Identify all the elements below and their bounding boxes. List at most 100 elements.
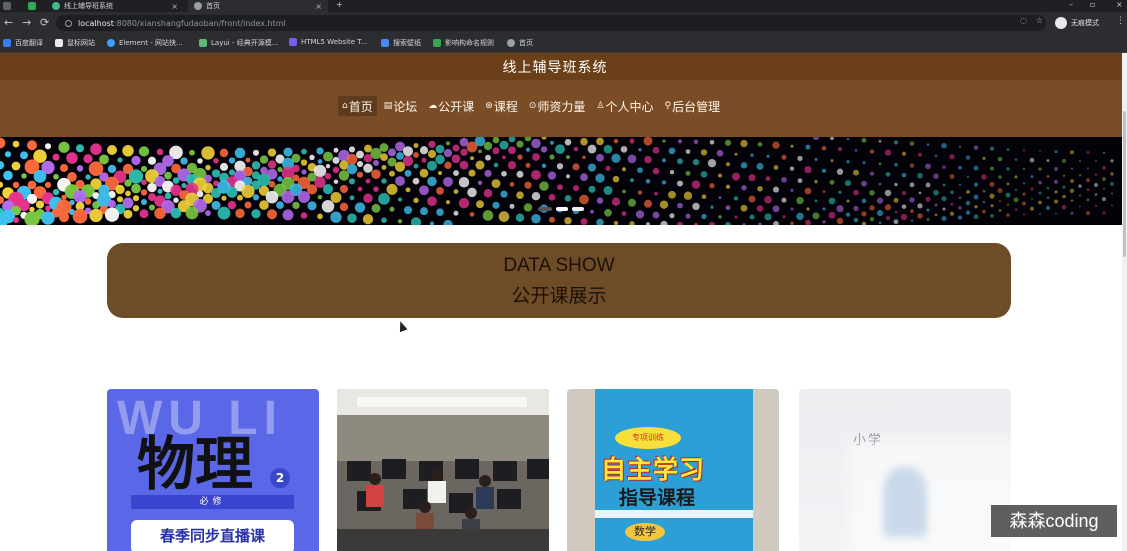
course-card[interactable]: 专项训练 自主学习 指导课程 数学 xyxy=(567,389,779,551)
nav-item-open-course[interactable]: ☁ 公开课 xyxy=(424,96,478,116)
close-icon[interactable]: × xyxy=(171,2,178,11)
banner-dot xyxy=(1053,199,1059,204)
site-title: 线上辅导班系统 xyxy=(502,60,608,76)
new-tab-button[interactable]: + xyxy=(336,0,343,10)
bookmark-item[interactable]: 百度翻译 xyxy=(3,38,43,48)
tab-pinned-icon[interactable] xyxy=(3,2,11,10)
banner-dot xyxy=(516,170,524,178)
bookmark-item[interactable]: Element - 网站快... xyxy=(107,38,183,48)
banner-dot xyxy=(44,181,52,189)
banner-dot xyxy=(846,160,850,164)
bookmark-item[interactable]: 鼠标网站 xyxy=(55,38,95,48)
banner-dot xyxy=(587,144,597,154)
course-card[interactable]: WU LI 物理 2 必修 春季同步直播课 xyxy=(107,389,319,551)
site-info-icon[interactable] xyxy=(65,19,72,27)
minimize-icon[interactable]: – xyxy=(1069,0,1073,10)
banner-dot xyxy=(644,155,652,164)
banner-dot xyxy=(901,190,907,196)
main-nav: ⌂ 首页 ▤ 论坛 ☁ 公开课 ⊛ 课程 ⊙ 师资力量 ♙ 个人中心 ⚲ 后台管… xyxy=(338,96,727,116)
banner-dot xyxy=(525,162,531,168)
banner-dot xyxy=(974,205,978,209)
star-icon[interactable]: ☆ xyxy=(1036,16,1043,25)
carousel-indicator[interactable] xyxy=(572,207,584,211)
banner-dot xyxy=(498,211,510,222)
nav-item-teachers[interactable]: ⊙ 师资力量 xyxy=(525,96,590,116)
banner-dot xyxy=(893,197,899,203)
banner-dot xyxy=(1030,206,1034,211)
banner-dot xyxy=(1094,204,1098,208)
tab-system[interactable]: 线上辅导班系统 × xyxy=(46,0,184,12)
maximize-icon[interactable]: ▫ xyxy=(1090,0,1095,10)
banner-dot xyxy=(918,191,922,195)
page-scrollbar[interactable] xyxy=(1122,53,1127,551)
banner-dot xyxy=(941,142,947,149)
banner-dot xyxy=(419,185,429,196)
tab-pinned-icon[interactable] xyxy=(28,2,36,10)
banner-dot xyxy=(33,169,47,183)
banner-dot xyxy=(52,188,60,196)
banner-dot xyxy=(1102,197,1106,202)
banner-dot xyxy=(516,140,524,148)
profile-button[interactable]: 无痕模式 xyxy=(1055,16,1099,30)
nav-item-admin[interactable]: ⚲ 后台管理 xyxy=(661,96,725,116)
banner-dot xyxy=(837,147,843,152)
nav-label: 论坛 xyxy=(393,99,418,114)
nav-item-course[interactable]: ⊛ 课程 xyxy=(481,96,522,116)
close-icon[interactable]: × xyxy=(315,2,322,11)
more-menu-icon[interactable]: ⋮ xyxy=(1116,16,1125,26)
banner-dot xyxy=(267,160,277,169)
nav-item-profile[interactable]: ♙ 个人中心 xyxy=(592,96,657,116)
course-card[interactable] xyxy=(337,389,549,551)
banner-dot xyxy=(853,189,859,196)
banner-dot xyxy=(325,164,331,169)
banner-dot xyxy=(862,161,866,165)
banner-dot xyxy=(885,171,891,177)
banner-dot xyxy=(925,182,931,188)
course-card[interactable]: 小学 xyxy=(799,389,1011,551)
scrollbar-thumb[interactable] xyxy=(1123,111,1126,257)
banner-dot xyxy=(13,217,19,223)
banner-dot xyxy=(709,139,715,145)
reload-icon[interactable]: ⟳ xyxy=(40,16,49,29)
banner-dot xyxy=(44,143,52,150)
banner-dot xyxy=(72,208,88,224)
banner-dot xyxy=(141,179,147,186)
banner-dot xyxy=(846,199,850,203)
forward-icon[interactable]: → xyxy=(22,16,31,29)
back-icon[interactable]: ← xyxy=(4,16,13,29)
close-window-icon[interactable]: × xyxy=(1116,0,1123,10)
hero-carousel[interactable] xyxy=(0,137,1122,225)
bookmark-item[interactable]: 首页 xyxy=(507,38,533,48)
carousel-indicator[interactable] xyxy=(538,207,552,211)
banner-dot xyxy=(333,147,339,153)
banner-dot xyxy=(172,177,180,184)
banner-dot xyxy=(524,137,532,142)
banner-dot xyxy=(1061,204,1067,210)
address-bar[interactable]: localhost:8080/xianshangfudaoban/front/i… xyxy=(56,15,1046,31)
tab-home[interactable]: 首页 × xyxy=(188,0,328,12)
banner-dot xyxy=(790,221,794,225)
banner-dot xyxy=(660,220,668,225)
banner-dot xyxy=(1029,157,1035,163)
banner-dot xyxy=(677,139,683,144)
bookmark-item[interactable]: 影响构命名规则 xyxy=(433,38,494,48)
nav-item-forum[interactable]: ▤ 论坛 xyxy=(380,96,422,116)
banner-dot xyxy=(507,161,517,170)
bookmark-item[interactable]: 搜索壁纸 xyxy=(381,38,421,48)
card-badge: 2 xyxy=(270,468,290,488)
banner-dot xyxy=(604,208,612,217)
bookmark-item[interactable]: HTML5 Website T... xyxy=(289,38,367,46)
carousel-indicator-active[interactable] xyxy=(556,207,568,211)
banner-dot xyxy=(580,173,588,182)
banner-dot xyxy=(502,155,506,160)
banner-dot xyxy=(541,163,547,168)
banner-dot xyxy=(1045,205,1051,210)
banner-dot xyxy=(1038,191,1042,195)
bookmark-item[interactable]: Layui - 经典开源模... xyxy=(199,38,278,48)
banner-dot xyxy=(99,154,109,165)
banner-dot xyxy=(910,219,914,222)
eye-off-icon[interactable]: ◌ xyxy=(1020,16,1027,25)
nav-item-home[interactable]: ⌂ 首页 xyxy=(338,96,377,116)
banner-dot xyxy=(692,158,700,166)
banner-dot xyxy=(235,208,245,219)
